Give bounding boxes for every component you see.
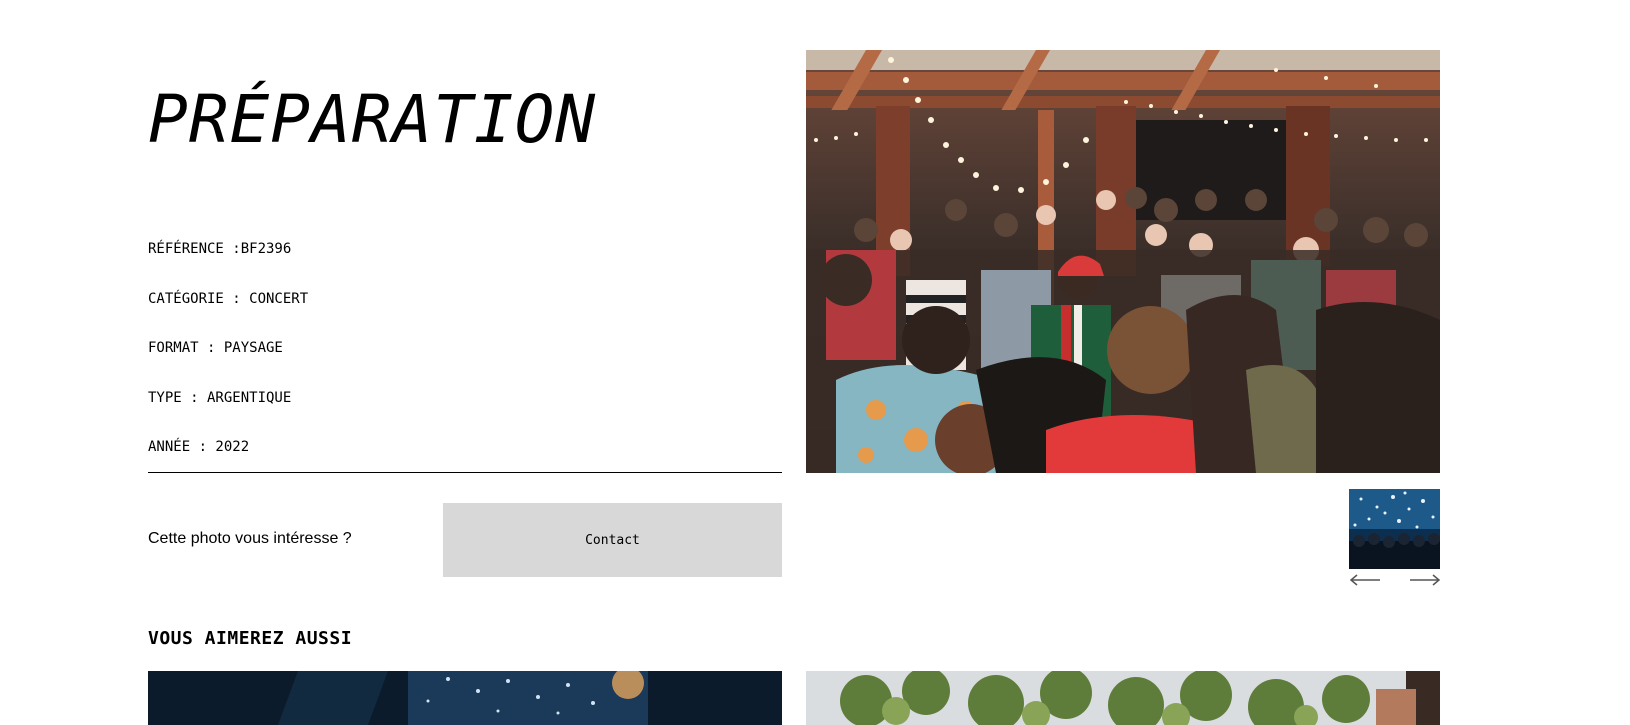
related-heading: VOUS AIMEREZ AUSSI <box>148 628 353 649</box>
photo-title: PRÉPARATION <box>148 81 597 158</box>
contact-prompt: Cette photo vous intéresse ? <box>148 530 352 547</box>
detail-reference: RÉFÉRENCE :BF2396 <box>148 241 292 257</box>
arrow-right-icon[interactable] <box>1409 573 1441 587</box>
details-divider <box>148 472 782 473</box>
detail-type: TYPE : ARGENTIQUE <box>148 389 292 406</box>
photo-thumbnail[interactable] <box>1349 489 1440 569</box>
detail-format: FORMAT : PAYSAGE <box>148 340 283 356</box>
photo-details: RÉFÉRENCE :BF2396 CATÉGORIE : CONCERT FO… <box>148 240 782 488</box>
related-photo[interactable] <box>806 671 1440 725</box>
detail-year: ANNÉE : 2022 <box>148 439 250 455</box>
arrow-left-icon[interactable] <box>1349 573 1381 587</box>
detail-category: CATÉGORIE : CONCERT <box>148 290 309 307</box>
related-photo[interactable] <box>148 671 782 725</box>
contact-button[interactable]: Contact <box>443 503 782 577</box>
main-photo <box>806 50 1440 473</box>
